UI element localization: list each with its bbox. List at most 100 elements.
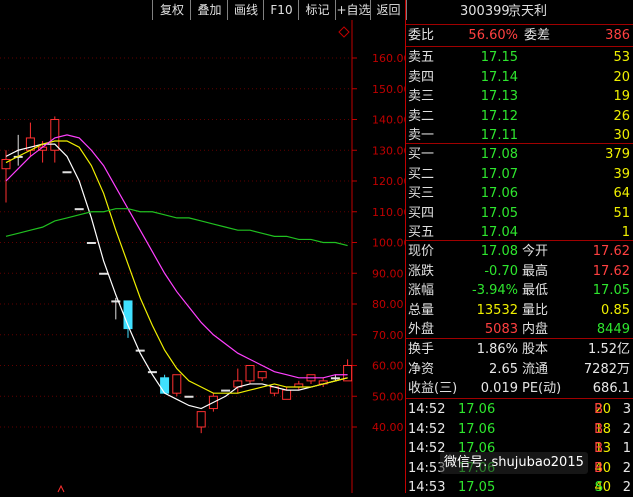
tick-time: 14:53 bbox=[408, 480, 446, 495]
tick-count: 2 bbox=[622, 460, 631, 476]
bid-price: 17.07 bbox=[480, 166, 518, 182]
y-tick-label: 80.00 bbox=[372, 298, 404, 311]
bid-volume: 51 bbox=[613, 205, 630, 221]
stat-value: -3.94% bbox=[472, 283, 518, 298]
y-tick-label: 160.00 bbox=[372, 52, 405, 65]
bid-label: 买三 bbox=[408, 186, 435, 201]
stat-value: 1.86% bbox=[476, 342, 518, 357]
divider bbox=[406, 398, 633, 399]
ask-label: 卖三 bbox=[408, 89, 435, 104]
ask-label: 卖二 bbox=[408, 108, 435, 124]
stat-value: 1.52亿 bbox=[588, 342, 630, 357]
bid-row: 买一 17.08 379 bbox=[406, 145, 633, 164]
bid-row: 买二 17.07 39 bbox=[406, 165, 633, 184]
weibi-value: 56.60% bbox=[468, 28, 518, 43]
candle-body bbox=[135, 349, 145, 352]
stat-value: 13532 bbox=[476, 302, 518, 318]
stat-label: 内盘 bbox=[522, 322, 549, 337]
diamond-icon bbox=[338, 26, 350, 38]
stock-code: 300399 bbox=[460, 4, 510, 19]
toolbar-button-0[interactable]: 复权 bbox=[152, 0, 191, 20]
ask-price: 17.13 bbox=[480, 89, 518, 104]
y-tick-label: 130.00 bbox=[372, 144, 405, 157]
tick-count: 1 bbox=[622, 441, 631, 456]
candle-body bbox=[172, 374, 182, 394]
arrow-marker-icon bbox=[57, 484, 65, 493]
weibi-row: 委比 56.60% 委差 386 bbox=[406, 26, 633, 45]
y-tick-label: 100.00 bbox=[372, 237, 405, 250]
tick-flag: B bbox=[594, 441, 603, 456]
tick-price: 17.06 bbox=[458, 421, 496, 437]
toolbar-button-1[interactable]: 叠加 bbox=[190, 0, 228, 20]
stat-value: 0.85 bbox=[601, 302, 630, 318]
divider bbox=[406, 240, 633, 241]
stat-row: 总量 13532 量比 0.85 bbox=[406, 301, 633, 320]
candle-body bbox=[221, 389, 231, 392]
watermark: 微信号: shujubao2015 bbox=[440, 452, 588, 474]
ask-label: 卖四 bbox=[408, 69, 435, 85]
candle-body bbox=[160, 377, 170, 394]
ask-price: 17.14 bbox=[480, 69, 518, 85]
toolbar-button-6[interactable]: 返回 bbox=[370, 0, 407, 20]
candle-body bbox=[282, 389, 292, 400]
quote-panel: 300399 京天利 委比 56.60% 委差 386 卖五 17.15 53 卖四 1… bbox=[406, 0, 633, 495]
candle-body bbox=[99, 272, 109, 275]
weibi-label: 委比 bbox=[408, 28, 435, 43]
ask-volume: 26 bbox=[613, 108, 630, 124]
stat-label: 换手 bbox=[408, 342, 435, 357]
toolbar-button-3[interactable]: F10 bbox=[263, 0, 299, 20]
stat-label: 今开 bbox=[522, 244, 549, 259]
tick-flag: B bbox=[594, 421, 603, 437]
stat-value: 17.62 bbox=[592, 244, 630, 259]
stat-row: 涨幅 -3.94% 最低 17.05 bbox=[406, 281, 633, 300]
stat-label: 量比 bbox=[522, 302, 549, 318]
kline-chart[interactable]: 160.00 150.00 140.00 130.00 120.00 110.00 100.… bbox=[0, 20, 405, 493]
weicha-value: 386 bbox=[605, 28, 630, 43]
toolbar-button-2[interactable]: 画线 bbox=[227, 0, 264, 20]
tick-flag: B bbox=[594, 402, 603, 417]
tick-count: 3 bbox=[622, 402, 631, 417]
stat-row: 收益(三) 0.019 PE(动) 686.1 bbox=[406, 379, 633, 398]
divider bbox=[406, 338, 633, 339]
toolbar-button-4[interactable]: 标记 bbox=[298, 0, 336, 20]
tick-flag: S bbox=[594, 480, 603, 495]
candle-body bbox=[330, 377, 340, 380]
bid-volume: 379 bbox=[605, 147, 630, 162]
moving-average-line bbox=[5, 140, 348, 394]
tick-price: 17.06 bbox=[458, 402, 496, 417]
candle-body bbox=[50, 119, 60, 151]
stat-value: 8449 bbox=[596, 322, 630, 337]
candle-body bbox=[184, 395, 194, 398]
tick-time: 14:52 bbox=[408, 421, 446, 437]
y-tick-label: 110.00 bbox=[372, 206, 405, 219]
stat-value: 7282万 bbox=[583, 361, 630, 377]
stat-row: 涨跌 -0.70 最高 17.62 bbox=[406, 262, 633, 281]
ask-volume: 20 bbox=[613, 69, 630, 85]
y-tick-label: 40.00 bbox=[372, 421, 404, 434]
candle-body bbox=[74, 208, 84, 211]
tick-flag: B bbox=[594, 460, 603, 476]
stat-label: 最低 bbox=[522, 283, 549, 298]
stat-value: 17.62 bbox=[592, 263, 630, 279]
tick-row: 14:52 17.06 20 B 3 bbox=[406, 400, 633, 419]
ask-label: 卖五 bbox=[408, 50, 435, 65]
divider bbox=[406, 143, 633, 144]
bid-row: 买三 17.06 64 bbox=[406, 184, 633, 203]
stat-value: 0.019 bbox=[480, 381, 518, 396]
toolbar-button-5[interactable]: +自选 bbox=[335, 0, 371, 20]
candle-body bbox=[147, 371, 157, 374]
tick-row: 14:53 17.05 40 S 2 bbox=[406, 478, 633, 497]
candle-body bbox=[196, 411, 206, 428]
stat-label: 股本 bbox=[522, 342, 549, 357]
tick-price: 17.05 bbox=[458, 480, 496, 495]
chart-toolbar: 复权 叠加 画线 F10 标记 +自选 返回 bbox=[0, 0, 407, 20]
stat-row: 净资 2.65 流通 7282万 bbox=[406, 360, 633, 379]
moving-average-line bbox=[5, 208, 348, 247]
stat-value: 17.08 bbox=[480, 244, 518, 259]
tick-count: 2 bbox=[622, 421, 631, 437]
y-tick-label: 120.00 bbox=[372, 175, 405, 188]
stat-label: 涨跌 bbox=[408, 263, 435, 279]
ask-price: 17.15 bbox=[480, 50, 518, 65]
stat-value: 5083 bbox=[484, 322, 518, 337]
stock-header: 300399 京天利 bbox=[406, 1, 633, 23]
